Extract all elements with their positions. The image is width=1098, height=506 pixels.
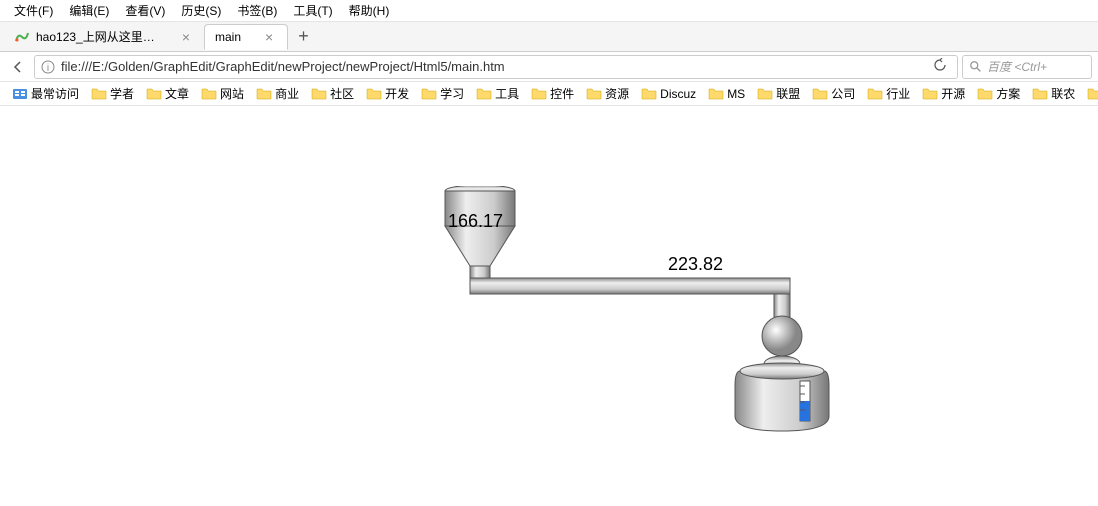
back-button[interactable]: [6, 55, 30, 79]
diagram-graphic: [430, 186, 930, 506]
menu-edit[interactable]: 编辑(E): [61, 0, 117, 21]
folder-icon: [641, 86, 657, 102]
bookmark-folder[interactable]: 联农: [1028, 83, 1079, 104]
bookmark-folder[interactable]: 工具: [472, 83, 523, 104]
folder-icon: [922, 86, 938, 102]
bookmark-folder[interactable]: 商业: [252, 83, 303, 104]
bookmark-folder[interactable]: 网站: [197, 83, 248, 104]
back-arrow-icon: [10, 59, 26, 75]
folder-icon: [757, 86, 773, 102]
most-visited-icon: [12, 86, 28, 102]
tab-title: hao123_上网从这里开始: [36, 28, 158, 45]
url-text: file:///E:/Golden/GraphEdit/GraphEdit/ne…: [61, 59, 929, 74]
bookmark-most-visited[interactable]: 最常访问: [8, 83, 83, 104]
folder-icon: [812, 86, 828, 102]
reload-icon: [933, 58, 947, 72]
menu-view[interactable]: 查看(V): [117, 0, 173, 21]
bookmark-folder[interactable]: 方案: [973, 83, 1024, 104]
svg-text:i: i: [47, 63, 49, 74]
bookmark-folder[interactable]: 资源: [582, 83, 633, 104]
menu-tools[interactable]: 工具(T): [285, 0, 340, 21]
bookmark-folder[interactable]: 学者: [87, 83, 138, 104]
menu-file[interactable]: 文件(F): [6, 0, 61, 21]
menu-help[interactable]: 帮助(H): [341, 0, 398, 21]
bookmark-folder[interactable]: 公司: [808, 83, 859, 104]
folder-icon: [421, 86, 437, 102]
folder-icon: [586, 86, 602, 102]
menu-bookmarks[interactable]: 书签(B): [229, 0, 285, 21]
folder-icon: [977, 86, 993, 102]
info-icon[interactable]: i: [41, 60, 55, 74]
folder-icon: [1087, 86, 1098, 102]
hopper-value: 166.17: [448, 211, 503, 232]
bookmark-folder[interactable]: 资本: [1083, 83, 1098, 104]
menu-history[interactable]: 历史(S): [173, 0, 229, 21]
folder-icon: [867, 86, 883, 102]
folder-icon: [708, 86, 724, 102]
menu-bar: 文件(F) 编辑(E) 查看(V) 历史(S) 书签(B) 工具(T) 帮助(H…: [0, 0, 1098, 22]
tab-main[interactable]: main ×: [204, 24, 288, 50]
tab-title: main: [215, 30, 241, 44]
folder-icon: [146, 86, 162, 102]
bookmark-folder[interactable]: 联盟: [753, 83, 804, 104]
folder-icon: [366, 86, 382, 102]
tab-hao123[interactable]: hao123_上网从这里开始 ×: [4, 24, 204, 50]
search-placeholder: 百度 <Ctrl+: [987, 58, 1047, 75]
bookmark-folder[interactable]: 开发: [362, 83, 413, 104]
bookmark-folder[interactable]: 文章: [142, 83, 193, 104]
url-input[interactable]: i file:///E:/Golden/GraphEdit/GraphEdit/…: [34, 55, 958, 79]
folder-icon: [476, 86, 492, 102]
folder-icon: [311, 86, 327, 102]
pipe-value: 223.82: [668, 254, 723, 275]
search-icon: [969, 60, 983, 74]
folder-icon: [256, 86, 272, 102]
bookmark-folder[interactable]: MS: [704, 83, 749, 104]
bookmark-folder[interactable]: Discuz: [637, 83, 700, 104]
bookmarks-bar: 最常访问 学者文章网站商业社区开发学习工具控件资源DiscuzMS联盟公司行业开…: [0, 82, 1098, 106]
reload-button[interactable]: [929, 58, 951, 75]
folder-icon: [531, 86, 547, 102]
bookmark-folder[interactable]: 开源: [918, 83, 969, 104]
page-content: 166.17 223.82: [0, 106, 1098, 504]
close-icon[interactable]: ×: [261, 29, 277, 45]
bookmark-folder[interactable]: 控件: [527, 83, 578, 104]
tab-bar: hao123_上网从这里开始 × main × +: [0, 22, 1098, 52]
folder-icon: [201, 86, 217, 102]
bookmark-folder[interactable]: 学习: [417, 83, 468, 104]
address-bar: i file:///E:/Golden/GraphEdit/GraphEdit/…: [0, 52, 1098, 82]
hao123-favicon-icon: [14, 29, 30, 45]
bookmark-folder[interactable]: 行业: [863, 83, 914, 104]
search-input[interactable]: 百度 <Ctrl+: [962, 55, 1092, 79]
folder-icon: [1032, 86, 1048, 102]
close-icon[interactable]: ×: [178, 29, 194, 45]
bookmark-folder[interactable]: 社区: [307, 83, 358, 104]
folder-icon: [91, 86, 107, 102]
new-tab-button[interactable]: +: [288, 26, 319, 47]
